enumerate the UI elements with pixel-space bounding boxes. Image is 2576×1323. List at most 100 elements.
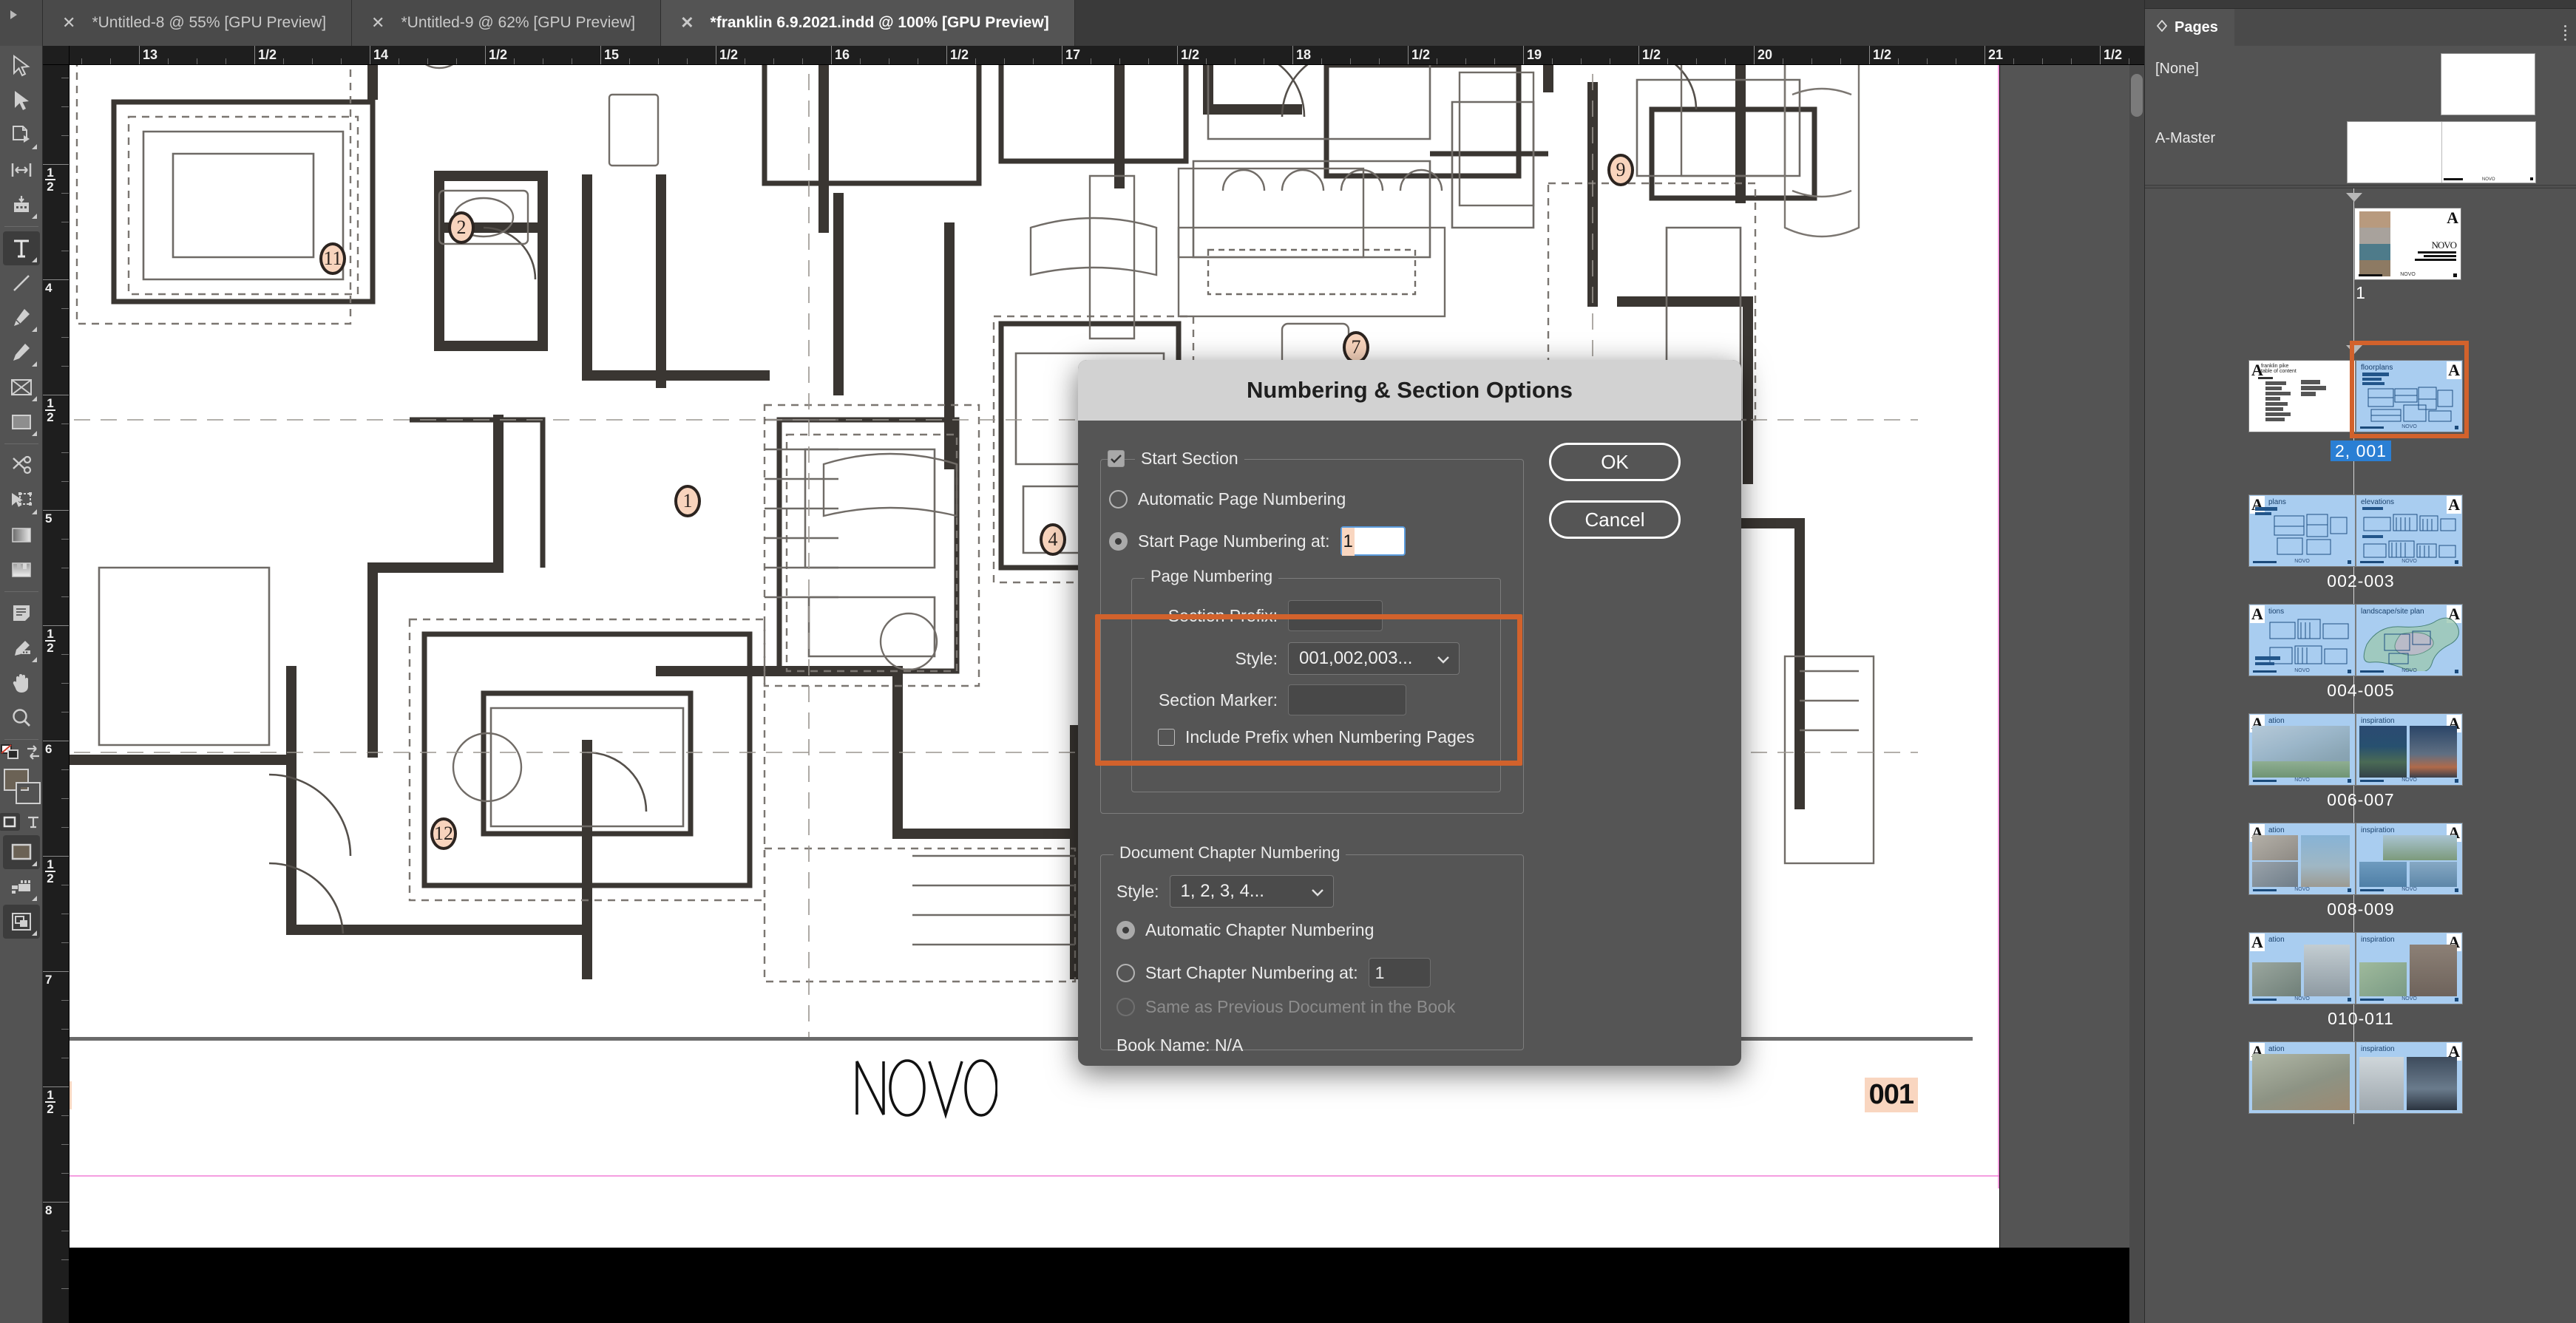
- callout-marker[interactable]: 12: [430, 817, 457, 850]
- start-page-numbering-at-radio[interactable]: [1109, 532, 1128, 551]
- page-thumbnail-inspiration-1[interactable]: A ation NOVO: [2248, 713, 2356, 786]
- apply-to-container-icon[interactable]: [0, 813, 20, 831]
- page-thumbnail-elevations[interactable]: A elevations: [2356, 494, 2463, 567]
- tab-untitled-9[interactable]: ✕ *Untitled-9 @ 62% [GPU Preview]: [352, 0, 661, 46]
- page-number-text[interactable]: 001: [1865, 1078, 1918, 1112]
- hand-tool[interactable]: [3, 666, 40, 700]
- section-prefix-row[interactable]: Section Prefix:: [1153, 600, 1486, 631]
- include-prefix-row[interactable]: Include Prefix when Numbering Pages: [1158, 727, 1474, 747]
- spread-1[interactable]: NOVO A NOVO 1: [2145, 188, 2576, 333]
- page-numbering-style-select[interactable]: 001,002,003...: [1288, 642, 1460, 675]
- selection-tool[interactable]: [3, 49, 40, 83]
- spread-004-005[interactable]: A tions: [2145, 598, 2576, 707]
- gradient-feather-tool[interactable]: [3, 553, 40, 587]
- master-thumbnail[interactable]: NOVO: [2347, 121, 2536, 183]
- master-row-a-master[interactable]: A-Master NOVO: [2145, 115, 2576, 185]
- scissors-tool[interactable]: [3, 449, 40, 483]
- master-row-none[interactable]: [None]: [2145, 46, 2576, 115]
- page-tool[interactable]: [3, 118, 40, 152]
- page-thumbnail-inspiration-7[interactable]: A ation: [2248, 1041, 2356, 1114]
- page-thumbnail-elevations-2[interactable]: A tions: [2248, 604, 2356, 676]
- callout-marker[interactable]: 2: [448, 211, 475, 244]
- pen-tool[interactable]: [3, 301, 40, 335]
- formatting-fill-preview[interactable]: [3, 835, 40, 869]
- note-tool[interactable]: [3, 596, 40, 630]
- callout-marker[interactable]: 4: [1040, 523, 1066, 556]
- spread-002-003[interactable]: A plans NOVO A elevations: [2145, 489, 2576, 598]
- close-icon[interactable]: ✕: [371, 15, 384, 31]
- page-thumbnail-cover[interactable]: NOVO A NOVO: [2354, 208, 2461, 280]
- page-thumbnail-inspiration-8[interactable]: A inspiration: [2356, 1041, 2463, 1114]
- master-thumbnail[interactable]: [2441, 53, 2535, 115]
- spread-partial[interactable]: A ation A inspiration: [2145, 1035, 2576, 1124]
- horizontal-ruler[interactable]: 1/2131/2141/2151/2161/2171/2181/2191/220…: [70, 46, 2144, 65]
- spread-006-007[interactable]: A ation NOVO A inspiration NOVO 006-007: [2145, 707, 2576, 817]
- page-thumbnail-inspiration-6[interactable]: A inspiration NOVO: [2356, 932, 2463, 1004]
- spread-label[interactable]: 002-003: [2145, 571, 2576, 591]
- start-section-checkbox-row[interactable]: Start Section: [1108, 449, 1244, 469]
- close-icon[interactable]: ✕: [62, 15, 75, 31]
- zoom-tool[interactable]: [3, 701, 40, 735]
- include-prefix-checkbox[interactable]: [1158, 729, 1175, 746]
- free-transform-tool[interactable]: [3, 483, 40, 517]
- default-fill-stroke-icon[interactable]: [1, 744, 20, 764]
- start-chapter-numbering-at-input[interactable]: 1: [1369, 958, 1431, 987]
- page-thumbnail-toc[interactable]: A franklin piketable of content: [2248, 360, 2356, 432]
- frame-tool[interactable]: [3, 370, 40, 404]
- pages-list[interactable]: NOVO A NOVO 1 A franklin piketable of co…: [2145, 188, 2576, 1323]
- page-thumbnail-floorplans-2[interactable]: A plans NOVO: [2248, 494, 2356, 567]
- start-chapter-numbering-at-radio[interactable]: [1116, 964, 1135, 982]
- automatic-chapter-numbering-row[interactable]: Automatic Chapter Numbering: [1116, 920, 1374, 940]
- start-page-numbering-at-input[interactable]: 1: [1340, 526, 1406, 556]
- chapter-style-select[interactable]: 1, 2, 3, 4...: [1170, 875, 1334, 908]
- spread-010-011[interactable]: A ation NOVO A inspiration NOVO 010-011: [2145, 926, 2576, 1035]
- gradient-swatch-tool[interactable]: [3, 518, 40, 552]
- callout-marker[interactable]: 7: [1343, 331, 1369, 364]
- content-collector-tool[interactable]: [3, 188, 40, 222]
- page-thumbnail-inspiration-5[interactable]: A ation NOVO: [2248, 932, 2356, 1004]
- chapter-style-row[interactable]: Style: 1, 2, 3, 4...: [1116, 875, 1334, 908]
- scrollbar-thumb[interactable]: [2131, 74, 2143, 117]
- tab-franklin-indd[interactable]: ✕ *franklin 6.9.2021.indd @ 100% [GPU Pr…: [661, 0, 1075, 46]
- apply-to-text-icon[interactable]: [23, 813, 44, 831]
- eyedropper-tool[interactable]: [3, 631, 40, 665]
- tab-untitled-8[interactable]: ✕ *Untitled-8 @ 55% [GPU Preview]: [43, 0, 352, 46]
- spread-label[interactable]: 2, 001: [2145, 441, 2576, 461]
- page-thumbnail-inspiration-4[interactable]: A inspiration NOVO: [2356, 823, 2463, 895]
- callout-marker[interactable]: 1: [674, 485, 701, 517]
- rectangle-tool[interactable]: [3, 405, 40, 439]
- callout-marker[interactable]: 9: [1607, 154, 1634, 186]
- spread-2-001[interactable]: A franklin piketable of content A floorp…: [2145, 333, 2576, 489]
- spread-label[interactable]: 1: [2145, 283, 2576, 303]
- close-icon[interactable]: ✕: [680, 15, 694, 31]
- stroke-swatch[interactable]: [16, 782, 41, 804]
- fill-stroke-swatches[interactable]: [2, 767, 41, 809]
- cancel-button[interactable]: Cancel: [1549, 500, 1681, 539]
- tabbar-overflow-arrow[interactable]: [0, 0, 43, 46]
- panel-collapse-icon[interactable]: [2157, 19, 2167, 36]
- automatic-page-numbering-row[interactable]: Automatic Page Numbering: [1109, 489, 1346, 509]
- swap-fill-stroke-icon[interactable]: [24, 744, 42, 764]
- ok-button[interactable]: OK: [1549, 443, 1681, 481]
- start-section-checkbox[interactable]: [1108, 450, 1125, 467]
- screen-mode-tool[interactable]: [3, 870, 40, 904]
- page-thumbnail-inspiration-2[interactable]: A inspiration NOVO: [2356, 713, 2463, 786]
- automatic-chapter-numbering-radio[interactable]: [1116, 921, 1135, 939]
- ruler-origin-corner[interactable]: [43, 46, 70, 65]
- direct-selection-tool[interactable]: [3, 84, 40, 118]
- callout-marker[interactable]: 11: [319, 242, 346, 275]
- section-marker-input[interactable]: [1288, 684, 1406, 715]
- panel-menu-icon[interactable]: [2564, 25, 2566, 41]
- footer-left-text[interactable]: ke: [70, 1081, 72, 1109]
- section-marker-row[interactable]: Section Marker:: [1153, 684, 1486, 715]
- section-prefix-input[interactable]: [1288, 600, 1383, 631]
- page-thumbnail-siteplan[interactable]: A landscape/site plan NOVO: [2356, 604, 2463, 676]
- spread-label[interactable]: 008-009: [2145, 899, 2576, 919]
- vertical-ruler[interactable]: 3124125126127128: [43, 65, 70, 1323]
- spread-label[interactable]: 004-005: [2145, 681, 2576, 701]
- start-chapter-numbering-at-row[interactable]: Start Chapter Numbering at: 1: [1116, 958, 1431, 987]
- spread-label[interactable]: 006-007: [2145, 790, 2576, 810]
- page-numbering-style-row[interactable]: Style: 001,002,003...: [1153, 642, 1486, 675]
- tab-pages[interactable]: Pages: [2145, 9, 2234, 46]
- start-page-numbering-at-row[interactable]: Start Page Numbering at: 1: [1109, 526, 1406, 556]
